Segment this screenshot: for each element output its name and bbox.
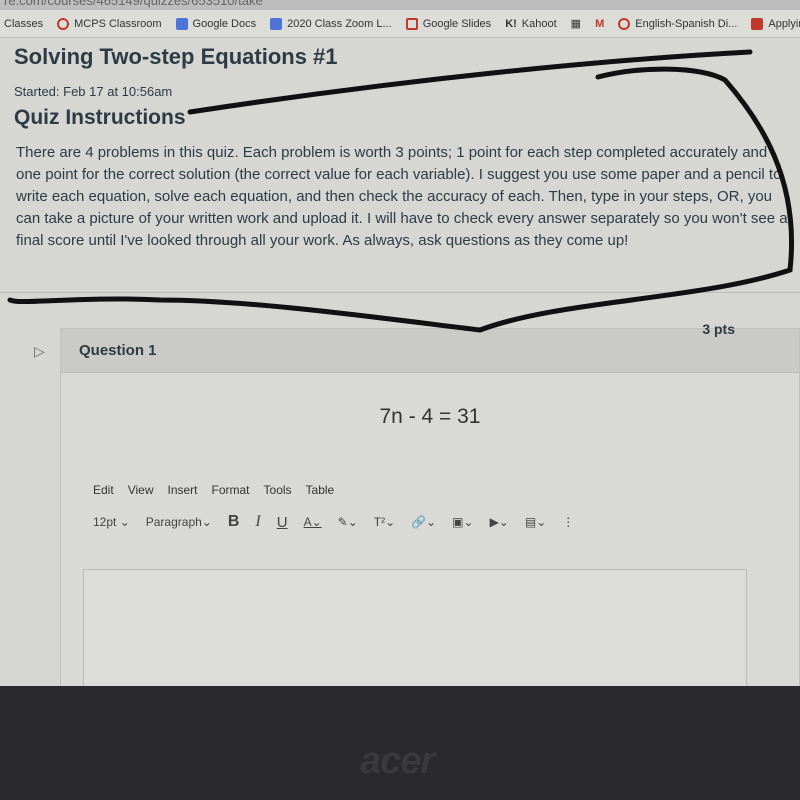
instructions-heading: Quiz Instructions (14, 106, 186, 129)
link-icon[interactable]: 🔗⌄ (411, 515, 436, 529)
image-icon[interactable]: ▣⌄ (452, 515, 473, 529)
bookmark-label: Google Slides (422, 17, 492, 30)
slides-icon (405, 17, 418, 30)
media-icon[interactable]: ▶⌄ (490, 515, 509, 529)
bookmark-gmail[interactable]: M (595, 18, 604, 30)
bookmark-english-spanish[interactable]: English-Spanish Di... (618, 17, 738, 30)
menu-insert[interactable]: Insert (167, 483, 197, 497)
flag-question-icon[interactable]: ▷ (34, 343, 45, 360)
classroom-icon (57, 17, 70, 30)
started-time: Started: Feb 17 at 10:56am (14, 84, 173, 99)
divider (0, 292, 800, 293)
question-points: 3 pts (702, 321, 735, 337)
quiz-page: Solving Two-step Equations #1 Started: F… (0, 38, 800, 699)
bookmark-google-slides[interactable]: Google Slides (405, 17, 492, 30)
font-size-value: 12pt (93, 515, 117, 529)
menu-edit[interactable]: Edit (93, 483, 114, 497)
text-color-button[interactable]: A⌄ (304, 515, 322, 529)
menu-table[interactable]: Table (306, 483, 335, 497)
bookmark-label: 2020 Class Zoom L... (287, 17, 392, 30)
bookmark-label: Kahoot (521, 17, 557, 30)
bookmark-label: Google Docs (192, 17, 257, 30)
bold-button[interactable]: B (228, 513, 240, 531)
bookmark-label: Classes (4, 17, 44, 30)
superscript-button[interactable]: T²⌄ (374, 515, 395, 529)
grid-icon: ▦ (570, 18, 582, 30)
font-size-select[interactable]: 12pt ⌄ (93, 515, 130, 529)
bookmark-label: Applying (768, 17, 800, 30)
highlight-icon[interactable]: ✎⌄ (338, 515, 358, 529)
editor-toolbar: 12pt ⌄ Paragraph⌄ B I U A⌄ ✎⌄ T²⌄ 🔗⌄ ▣⌄ … (93, 513, 574, 531)
text-color-label: A (303, 515, 312, 529)
question-header: Question 1 (61, 329, 799, 373)
block-format-value: Paragraph (145, 515, 202, 529)
editor-menubar: Edit View Insert Format Tools Table (93, 483, 334, 497)
question-equation: 7n - 4 = 31 (379, 405, 481, 428)
question-name: Question 1 (79, 342, 157, 359)
kahoot-icon: K! (505, 17, 517, 30)
bookmark-grid[interactable]: ▦ (571, 17, 581, 30)
bookmark-mcps-classroom[interactable]: MCPS Classroom (57, 17, 162, 30)
bookmark-kahoot[interactable]: K! Kahoot (505, 18, 556, 30)
question-card: Question 1 3 pts 7n - 4 = 31 Edit View I… (60, 321, 800, 699)
acer-logo: acer (360, 740, 435, 782)
gmail-icon: M (595, 17, 605, 30)
docs-icon (175, 17, 188, 30)
dictionary-icon (618, 17, 631, 30)
docs-icon (270, 17, 283, 30)
bookmark-icon (751, 17, 764, 30)
bookmark-zoom[interactable]: 2020 Class Zoom L... (270, 17, 392, 30)
menu-tools[interactable]: Tools (264, 483, 292, 497)
address-bar[interactable]: re.com/courses/465149/quizzes/653510/tak… (0, 0, 800, 10)
bookmark-applying[interactable]: Applying (751, 17, 800, 30)
bookmark-google-docs[interactable]: Google Docs (175, 17, 257, 30)
instructions-text: There are 4 problems in this quiz. Each … (16, 144, 788, 249)
bookmark-label: MCPS Classroom (74, 17, 162, 30)
page-title: Solving Two-step Equations #1 (14, 44, 338, 69)
bookmark-label: English-Spanish Di... (635, 17, 738, 30)
italic-button[interactable]: I (255, 513, 260, 531)
bookmark-classes[interactable]: Classes (4, 18, 43, 30)
more-options-icon[interactable]: ⋮ (562, 515, 574, 529)
block-format-select[interactable]: Paragraph⌄ (146, 515, 212, 529)
bookmarks-bar: Classes MCPS Classroom Google Docs 2020 … (0, 10, 800, 38)
document-icon[interactable]: ▤⌄ (525, 515, 546, 529)
answer-editor[interactable] (83, 569, 747, 699)
menu-format[interactable]: Format (212, 483, 250, 497)
menu-view[interactable]: View (128, 483, 154, 497)
superscript-label: T² (373, 515, 386, 529)
underline-button[interactable]: U (277, 514, 288, 531)
